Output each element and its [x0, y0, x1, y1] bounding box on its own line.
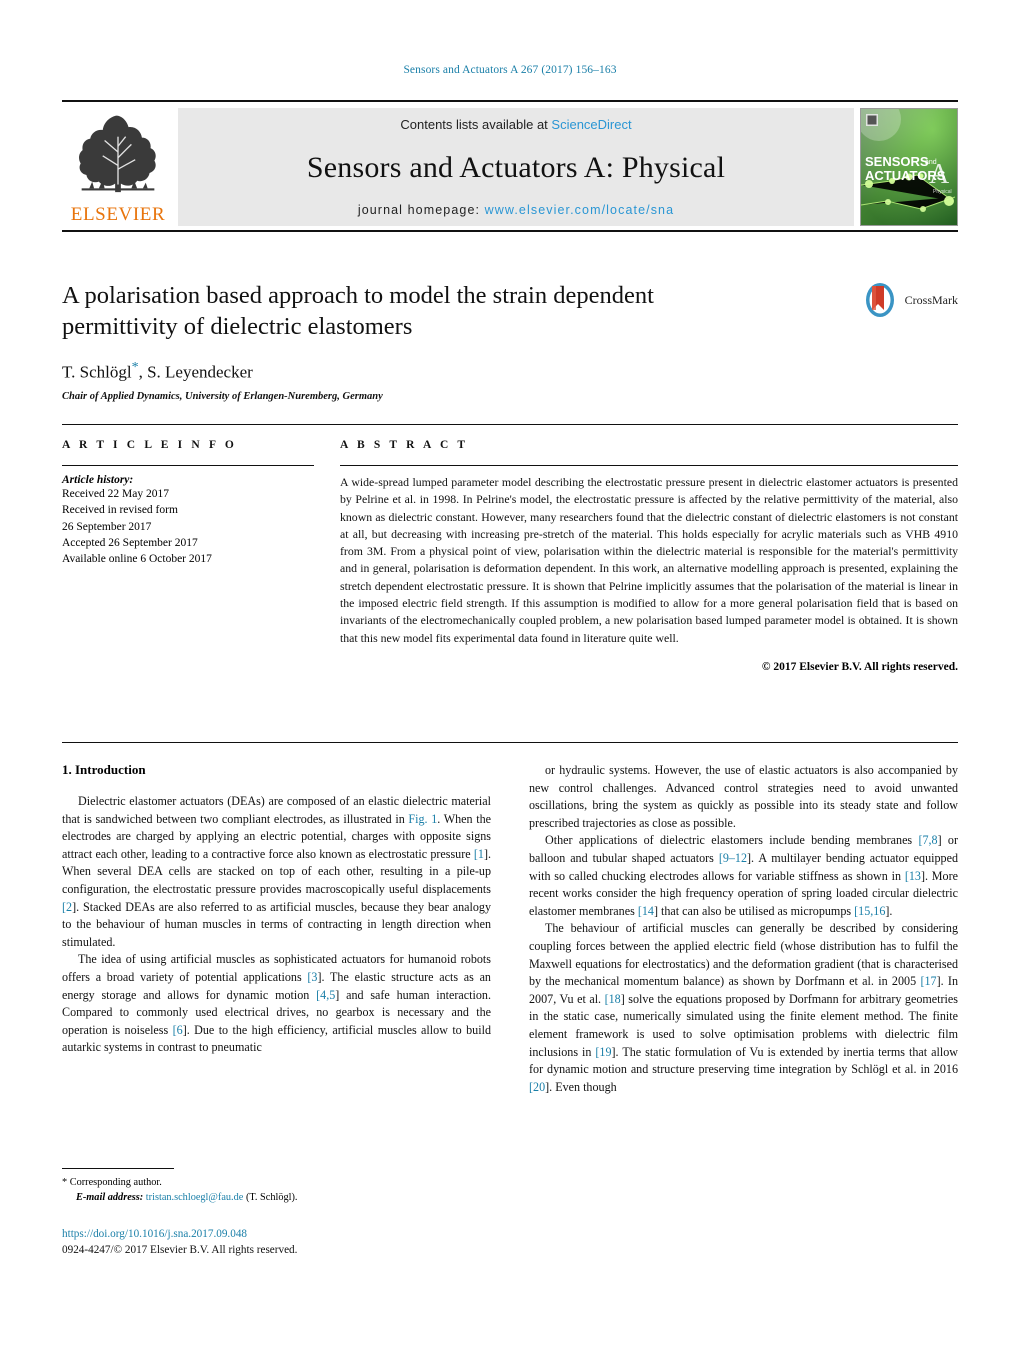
body-paragraph: The behaviour of artificial muscles can … — [529, 921, 958, 1094]
elsevier-wordmark: ELSEVIER — [70, 204, 166, 225]
corresponding-author-marker: * — [131, 359, 139, 375]
info-abstract-region: A R T I C L E I N F O Article history: R… — [62, 424, 958, 673]
sciencedirect-link[interactable]: ScienceDirect — [551, 117, 631, 132]
body-paragraph: Dielectric elastomer actuators (DEAs) ar… — [62, 794, 491, 949]
doi-link[interactable]: https://doi.org/10.1016/j.sna.2017.09.04… — [62, 1227, 562, 1243]
author-primary: T. Schlögl — [62, 362, 132, 382]
doi-block: https://doi.org/10.1016/j.sna.2017.09.04… — [62, 1227, 562, 1258]
article-history-line: Received 22 May 2017 — [62, 488, 169, 500]
body-paragraph: Other applications of dielectric elastom… — [529, 833, 958, 918]
email-link[interactable]: tristan.schloegl@fau.de — [146, 1192, 244, 1203]
contents-prefix: Contents lists available at — [400, 117, 552, 132]
masthead-bottom-rule — [62, 230, 958, 232]
email-suffix: (T. Schlögl). — [245, 1191, 298, 1203]
cover-letter-a: A — [929, 159, 950, 190]
author-secondary: , S. Leyendecker — [138, 362, 253, 382]
article-history-label: Article history: — [62, 474, 134, 486]
journal-title: Sensors and Actuators A: Physical — [306, 150, 726, 184]
contents-available-line: Contents lists available at ScienceDirec… — [400, 117, 631, 132]
citation-link[interactable]: [9–12 — [719, 851, 747, 865]
journal-masthead: ELSEVIER Contents lists available at Sci… — [62, 100, 958, 232]
article-history-line: Available online 6 October 2017 — [62, 553, 212, 566]
article-info-heading: A R T I C L E I N F O — [62, 439, 237, 451]
citation-link[interactable]: [14 — [638, 904, 654, 918]
article-info-rule — [62, 465, 314, 466]
citation-link[interactable]: [2 — [62, 900, 72, 914]
citation-link[interactable]: Fig. 1 — [408, 812, 437, 826]
cover-physical-label: Physical — [933, 189, 952, 195]
body-paragraph: or hydraulic systems. However, the use o… — [529, 763, 958, 830]
citation-link[interactable]: [7,8 — [918, 833, 937, 847]
footnote-rule — [62, 1168, 174, 1169]
citation-link[interactable]: [6 — [173, 1023, 183, 1037]
journal-homepage-link[interactable]: www.elsevier.com/locate/sna — [485, 203, 675, 217]
corresponding-author-note: * Corresponding author. — [62, 1176, 491, 1191]
citation-link[interactable]: [13 — [905, 869, 921, 883]
body-paragraph: The idea of using artificial muscles as … — [62, 952, 492, 1055]
citation-link[interactable]: [20 — [529, 1080, 545, 1094]
citation-link[interactable]: [1 — [474, 847, 484, 861]
affiliation: Chair of Applied Dynamics, University of… — [62, 391, 383, 403]
abstract-column: A B S T R A C T A wide-spread lumped par… — [340, 439, 958, 673]
title-block: A polarisation based approach to model t… — [62, 280, 958, 402]
crossmark-label: CrossMark — [904, 292, 958, 307]
abstract-copyright: © 2017 Elsevier B.V. All rights reserved… — [761, 660, 958, 673]
article-first-page: Sensors and Actuators A 267 (2017) 156–1… — [0, 0, 1020, 1351]
body-top-rule — [62, 742, 958, 743]
article-history-line: Accepted 26 September 2017 — [62, 536, 198, 549]
abstract-text: A wide-spread lumped parameter model des… — [340, 475, 958, 645]
corresponding-marker: * — [62, 1177, 68, 1188]
elsevier-logo: ELSEVIER — [62, 108, 174, 226]
citation-link[interactable]: [17 — [920, 974, 936, 988]
page-title: A polarisation based approach to model t… — [62, 282, 654, 341]
citation-link[interactable]: [4,5 — [316, 988, 335, 1002]
journal-band: Contents lists available at ScienceDirec… — [178, 108, 854, 226]
citation-link[interactable]: [15,16 — [854, 904, 885, 918]
journal-homepage-line: journal homepage: www.elsevier.com/locat… — [358, 203, 674, 217]
email-note: E-mail address: tristan.schloegl@fau.de … — [62, 1191, 491, 1206]
cover-sensors-label: SENSORS — [865, 154, 929, 169]
citation-link[interactable]: [19 — [595, 1045, 611, 1059]
article-info-column: A R T I C L E I N F O Article history: R… — [62, 439, 314, 673]
journal-cover-thumbnail[interactable]: SENSORS and ACTUATORS A Physical — [860, 108, 958, 226]
body-column-right: or hydraulic systems. However, the use o… — [529, 762, 958, 1096]
running-head: Sensors and Actuators A 267 (2017) 156–1… — [403, 64, 617, 76]
citation-link[interactable]: [18 — [605, 992, 621, 1006]
cover-artwork: SENSORS and ACTUATORS A Physical — [861, 109, 957, 225]
abstract-rule — [340, 465, 958, 466]
issn-copyright: 0924-4247/© 2017 Elsevier B.V. All right… — [62, 1243, 298, 1256]
abstract-heading: A B S T R A C T — [340, 439, 469, 451]
section-heading-introduction: 1. Introduction — [62, 762, 146, 777]
elsevier-tree-icon — [79, 115, 156, 193]
crossmark-icon — [865, 283, 894, 317]
email-label: E-mail address: — [76, 1191, 144, 1203]
homepage-prefix: journal homepage: — [357, 203, 485, 217]
author-list: T. Schlögl*, S. Leyendecker — [62, 360, 958, 383]
body-columns: 1. Introduction Dielectric elastomer act… — [62, 762, 958, 1096]
crossmark-badge[interactable]: CrossMark — [860, 280, 958, 320]
body-column-left: 1. Introduction Dielectric elastomer act… — [62, 762, 491, 1096]
citation-link[interactable]: [3 — [307, 970, 317, 984]
corresponding-text: Corresponding author. — [69, 1177, 162, 1188]
article-history-line: 26 September 2017 — [62, 520, 152, 533]
article-history-line: Received in revised form — [62, 504, 178, 517]
footnote-block: * Corresponding author. E-mail address: … — [62, 1168, 491, 1206]
